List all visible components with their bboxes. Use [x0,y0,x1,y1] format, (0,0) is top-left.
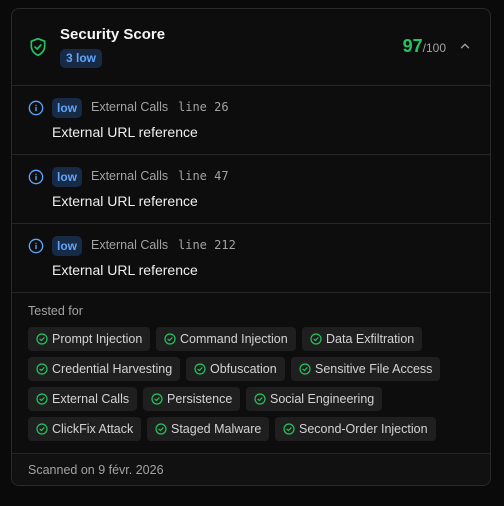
finding-line: line 26 [178,100,229,114]
tested-category-label: ClickFix Attack [52,422,134,436]
security-score-card: Security Score 3 low 97/100 low External… [11,8,491,486]
tested-category-label: Prompt Injection [52,332,143,346]
tested-category-chip: Command Injection [156,327,296,351]
check-circle-icon [254,393,266,405]
finding-category: External Calls [91,100,169,114]
check-circle-icon [283,423,295,435]
tested-category-label: Credential Harvesting [52,362,173,376]
tested-category-chip: Prompt Injection [28,327,151,351]
tested-category-chip: Obfuscation [186,357,285,381]
info-icon [28,169,44,185]
tested-category-label: Staged Malware [171,422,262,436]
tested-category-label: Sensitive File Access [315,362,433,376]
tested-category-label: Persistence [167,392,233,406]
scan-date: Scanned on 9 févr. 2026 [28,463,164,477]
tested-category-chip: Social Engineering [246,387,383,411]
finding-row[interactable]: low External Calls line 47 External URL … [12,155,490,224]
tested-category-chip: Data Exfiltration [302,327,423,351]
finding-category: External Calls [91,238,169,252]
score-max: /100 [422,41,446,55]
score-value: 97/100 [403,36,446,57]
check-circle-icon [151,393,163,405]
tested-category-chip: Sensitive File Access [291,357,441,381]
check-circle-icon [164,333,176,345]
tested-category-label: External Calls [52,392,130,406]
chevron-up-icon[interactable] [458,39,472,53]
tested-category-chip: Persistence [143,387,241,411]
finding-category: External Calls [91,169,169,183]
finding-message: External URL reference [52,193,198,209]
tested-category-label: Second-Order Injection [299,422,428,436]
finding-row[interactable]: low External Calls line 212 External URL… [12,224,490,293]
shield-check-icon [30,37,46,57]
info-icon [28,238,44,254]
finding-line: line 47 [178,169,229,183]
check-circle-icon [36,333,48,345]
tested-category-chip: External Calls [28,387,138,411]
check-circle-icon [155,423,167,435]
tested-category-label: Social Engineering [270,392,375,406]
card-title: Security Score [60,26,166,43]
info-icon [28,100,44,116]
finding-line: line 212 [178,238,236,252]
tested-category-label: Obfuscation [210,362,277,376]
check-circle-icon [194,363,206,375]
score-header[interactable]: Security Score 3 low 97/100 [12,9,490,86]
scan-footer: Scanned on 9 févr. 2026 [12,453,490,485]
finding-message: External URL reference [52,124,198,140]
finding-message: External URL reference [52,262,198,278]
check-circle-icon [299,363,311,375]
score-number: 97 [402,36,423,56]
severity-badge: low [52,167,82,187]
tested-category-chip: ClickFix Attack [28,417,142,441]
tested-category-label: Data Exfiltration [326,332,415,346]
low-count-badge: 3 low [60,49,103,68]
check-circle-icon [310,333,322,345]
tested-category-chip: Second-Order Injection [275,417,436,441]
severity-badge: low [52,236,82,256]
tested-category-chip: Staged Malware [147,417,270,441]
finding-row[interactable]: low External Calls line 26 External URL … [12,86,490,155]
tested-for-label: Tested for [28,304,83,318]
tested-category-chip: Credential Harvesting [28,357,181,381]
severity-badge: low [52,98,82,118]
check-circle-icon [36,423,48,435]
check-circle-icon [36,393,48,405]
tested-category-label: Command Injection [180,332,288,346]
check-circle-icon [36,363,48,375]
